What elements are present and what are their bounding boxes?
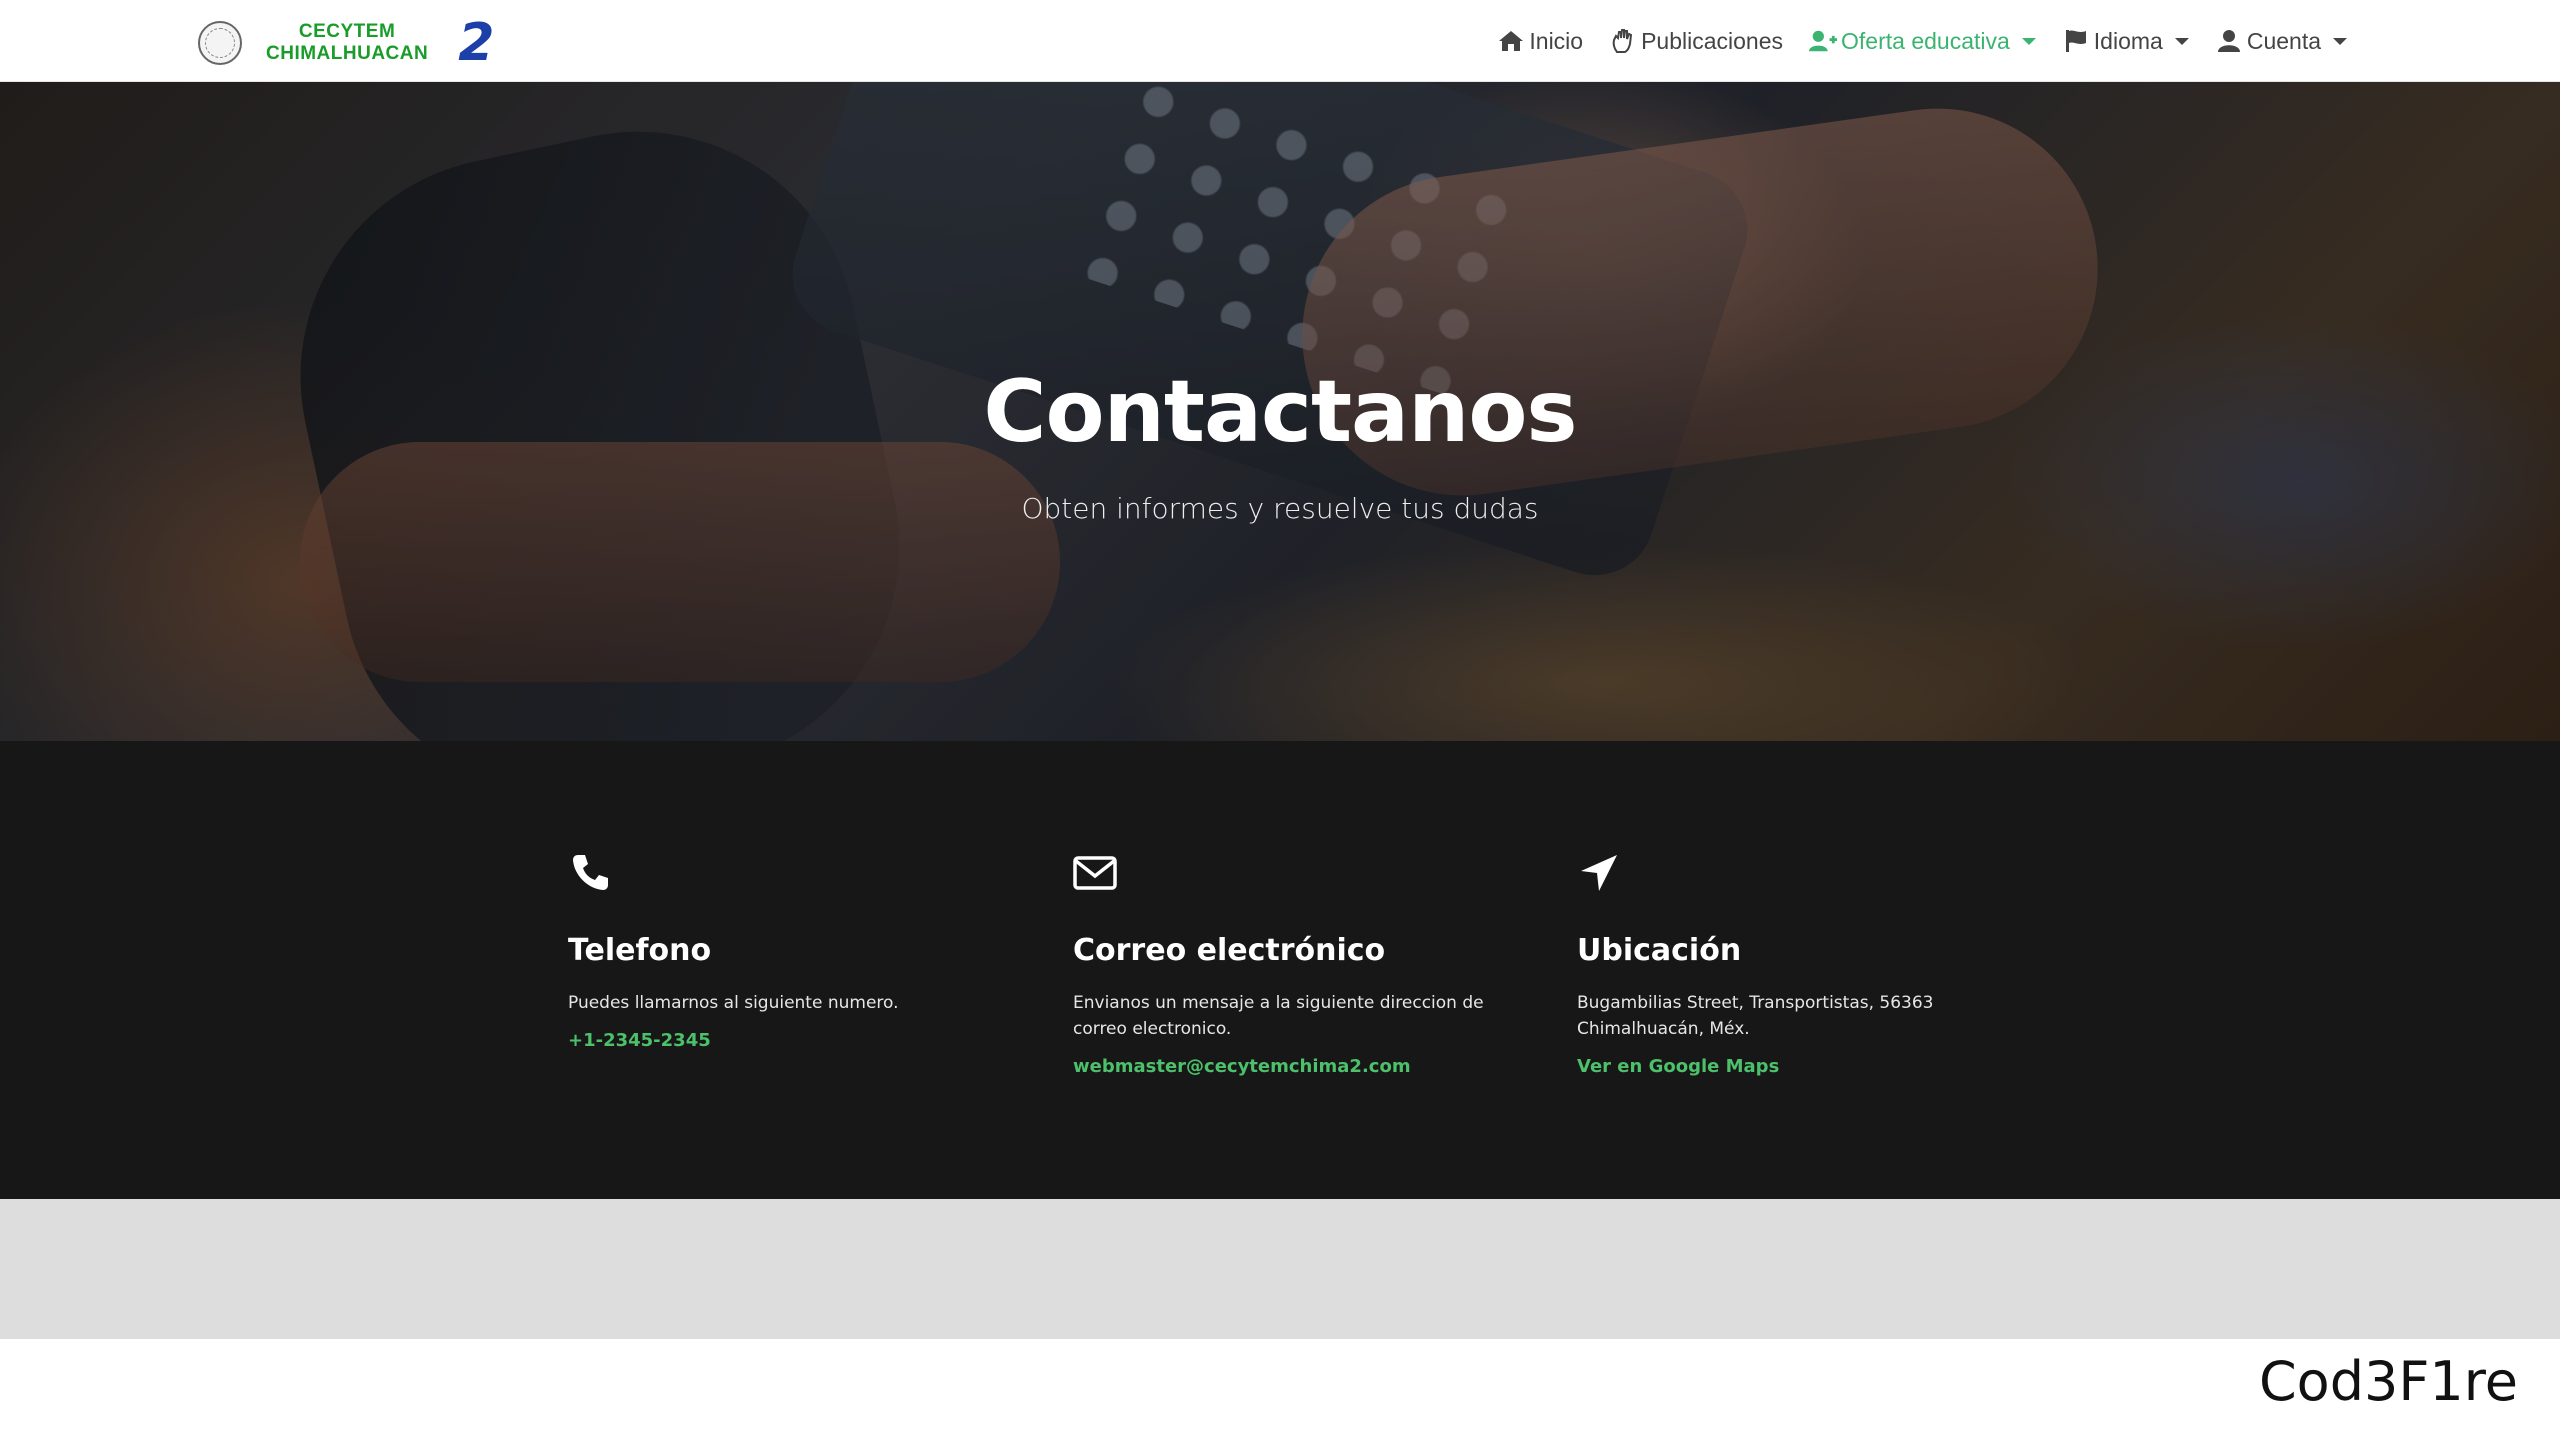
seal-logo-icon: [198, 21, 242, 65]
contact-location: Ubicación Bugambilias Street, Transporti…: [1577, 851, 1997, 1077]
home-icon: [1497, 27, 1525, 55]
brand-number: 2: [458, 13, 495, 73]
contact-email: Correo electrónico Envianos un mensaje a…: [1073, 851, 1493, 1077]
phone-title: Telefono: [568, 933, 712, 968]
footer-band: [0, 1199, 2560, 1339]
contact-section: Telefono Puedes llamarnos al siguiente n…: [0, 741, 2560, 1199]
phone-link[interactable]: +1-2345-2345: [568, 1030, 988, 1051]
contact-phone: Telefono Puedes llamarnos al siguiente n…: [568, 851, 988, 1051]
user-plus-icon: [1809, 27, 1838, 55]
nav-inicio[interactable]: Inicio: [1484, 0, 1596, 82]
brand-line-2: CHIMALHUACAN: [266, 43, 429, 64]
nav-cuenta-label: Cuenta: [2246, 27, 2321, 54]
hand-icon: [1609, 27, 1637, 55]
watermark-text: Cod3F1re: [2258, 1350, 2518, 1413]
email-title: Correo electrónico: [1073, 933, 1386, 968]
flag-icon: [2062, 27, 2090, 55]
chevron-down-icon: [2021, 37, 2036, 45]
nav-cuenta[interactable]: Cuenta: [2202, 0, 2360, 82]
nav-publicaciones-label: Publicaciones: [1641, 27, 1784, 54]
phone-text: Puedes llamarnos al siguiente numero.: [568, 993, 899, 1013]
brand-logo[interactable]: CECYTEM CHIMALHUACAN 2: [198, 13, 495, 73]
brand-name: CECYTEM CHIMALHUACAN: [266, 21, 428, 65]
main-nav: Inicio Publicaciones Oferta educativa Id…: [1484, 0, 2360, 82]
envelope-icon: [1073, 856, 1117, 890]
user-icon: [2215, 27, 2243, 55]
chevron-down-icon: [2174, 37, 2189, 45]
google-maps-link[interactable]: Ver en Google Maps: [1577, 1056, 1997, 1077]
email-link[interactable]: webmaster@cecytemchima2.com: [1073, 1056, 1493, 1077]
nav-publicaciones[interactable]: Publicaciones: [1596, 0, 1796, 82]
location-title: Ubicación: [1577, 933, 1742, 968]
brand-line-1: CECYTEM: [298, 21, 396, 42]
nav-idioma-label: Idioma: [2093, 27, 2163, 54]
location-text: Bugambilias Street, Transportistas, 5636…: [1577, 993, 1934, 1039]
nav-oferta-educativa-label: Oferta educativa: [1841, 27, 2010, 54]
phone-icon: [573, 855, 608, 890]
hero-subtitle: Obten informes y resuelve tus dudas: [1021, 492, 1539, 525]
nav-inicio-label: Inicio: [1529, 27, 1584, 54]
location-arrow-icon: [1581, 855, 1617, 891]
nav-idioma[interactable]: Idioma: [2049, 0, 2202, 82]
nav-oferta-educativa[interactable]: Oferta educativa: [1796, 0, 2049, 82]
hero-title: Contactanos: [983, 362, 1577, 462]
hero-banner: Contactanos Obten informes y resuelve tu…: [0, 82, 2560, 741]
navbar: CECYTEM CHIMALHUACAN 2 Inicio Publicacio…: [0, 0, 2560, 82]
chevron-down-icon: [2333, 37, 2347, 45]
email-text: Envianos un mensaje a la siguiente direc…: [1073, 993, 1484, 1039]
